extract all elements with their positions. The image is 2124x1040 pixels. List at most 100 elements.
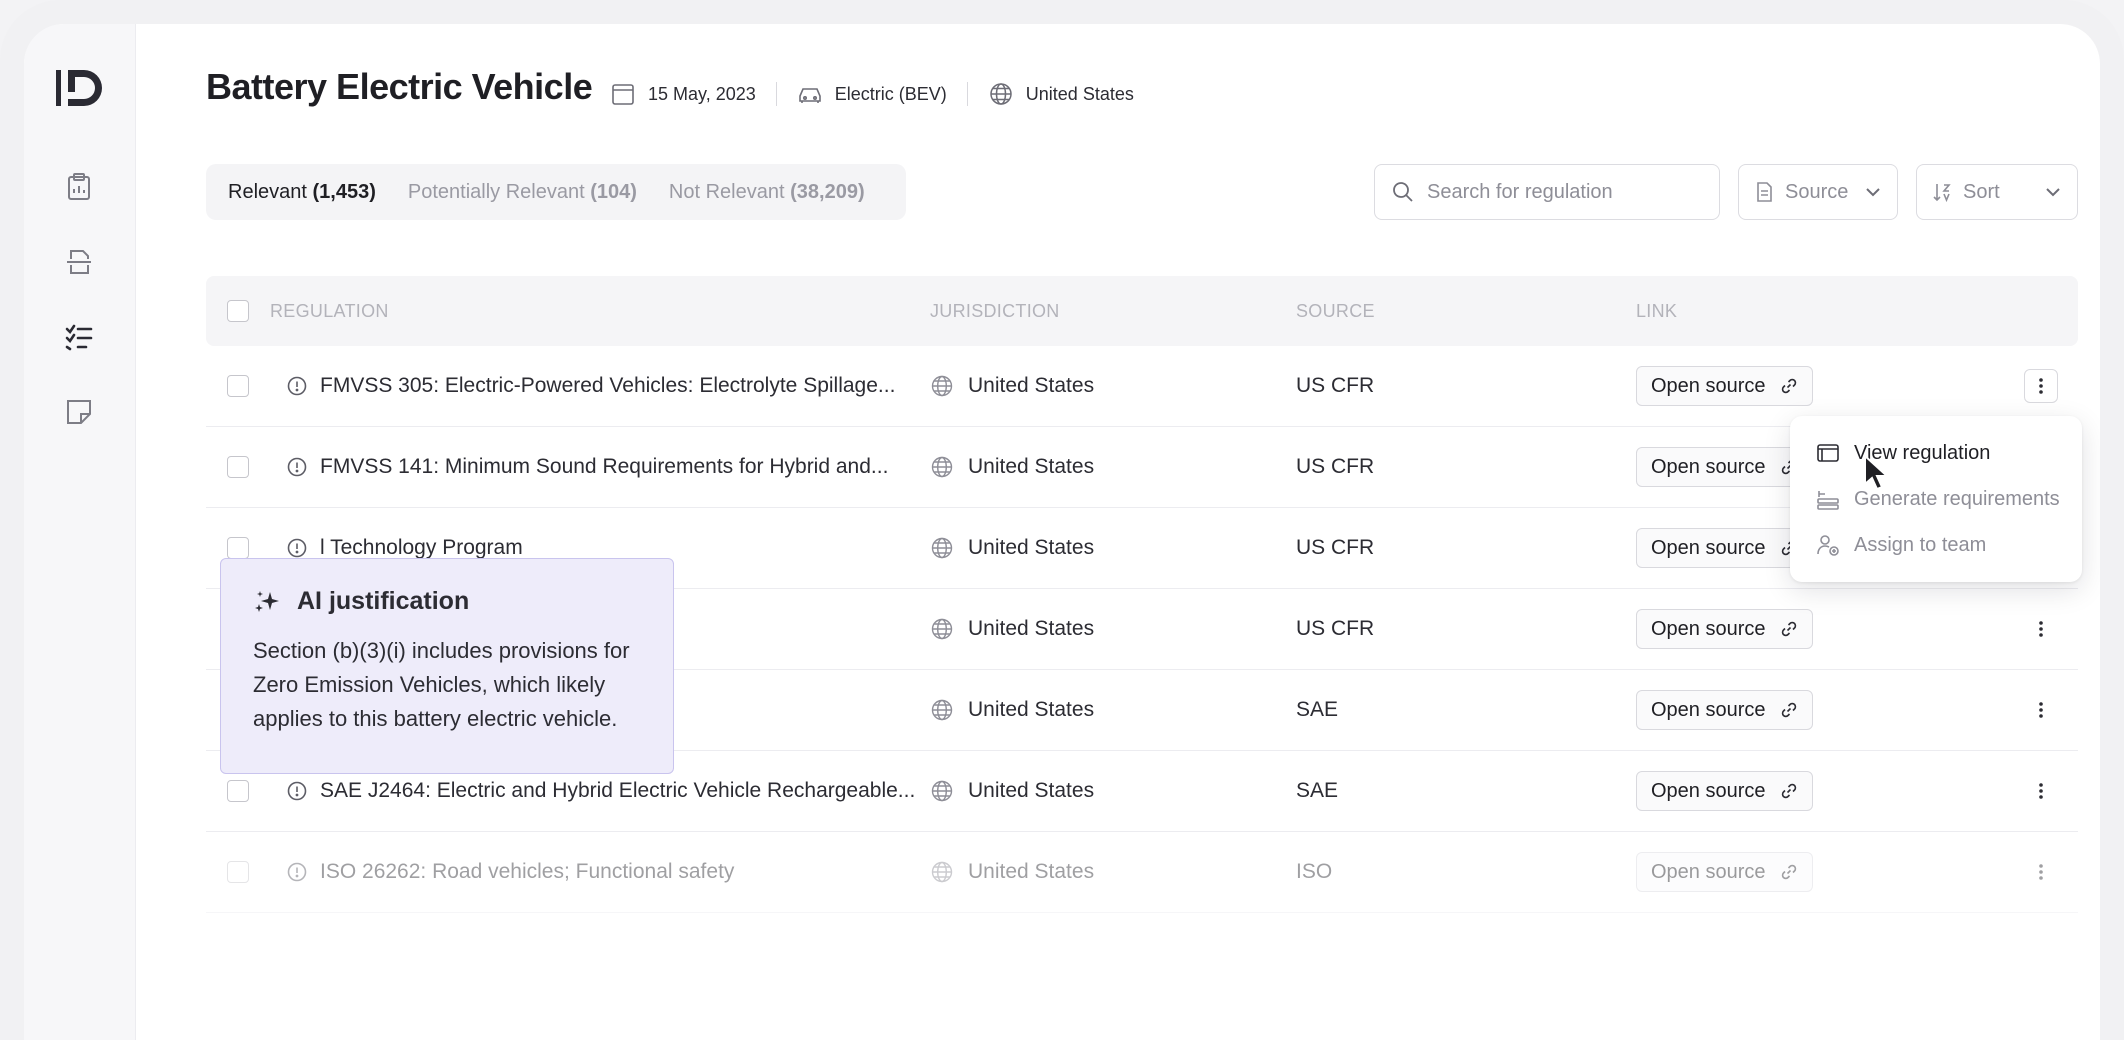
sparkles-icon bbox=[255, 590, 279, 612]
meta-vehicle: Electric (BEV) bbox=[797, 81, 947, 107]
meta-region-text: United States bbox=[1025, 83, 1134, 104]
tab-count: (104) bbox=[590, 180, 637, 203]
search-input[interactable] bbox=[1427, 180, 1697, 204]
info-icon[interactable] bbox=[286, 537, 308, 559]
link-icon bbox=[1781, 621, 1796, 637]
jurisdiction-name: United States bbox=[968, 698, 1095, 721]
more-cell bbox=[1966, 612, 2078, 646]
clipboard-icon[interactable] bbox=[62, 170, 96, 204]
info-icon[interactable] bbox=[286, 375, 308, 397]
meta-vehicle-text: Electric (BEV) bbox=[834, 83, 947, 104]
link-cell: Open source bbox=[1636, 852, 1966, 892]
row-checkbox[interactable] bbox=[227, 456, 249, 478]
column-regulation[interactable]: REGULATION bbox=[270, 301, 930, 322]
row-checkbox[interactable] bbox=[227, 861, 249, 883]
row-checkbox[interactable] bbox=[227, 780, 249, 802]
column-source[interactable]: SOURCE bbox=[1296, 301, 1636, 322]
tab-relevant[interactable]: Relevant (1,453) bbox=[212, 169, 392, 216]
open-source-button[interactable]: Open source bbox=[1636, 366, 1813, 406]
more-options-button[interactable] bbox=[2024, 612, 2058, 646]
ai-justification-text: Section (b)(3)(i) includes provisions fo… bbox=[253, 638, 630, 731]
table-row[interactable]: ISO 26262: Road vehicles; Functional saf… bbox=[206, 832, 2078, 913]
menu-generate-requirements[interactable]: Generate requirements bbox=[1790, 476, 2082, 522]
more-options-button[interactable] bbox=[2024, 369, 2058, 403]
meta-date-text: 15 May, 2023 bbox=[648, 83, 756, 104]
more-options-button[interactable] bbox=[2024, 774, 2058, 808]
menu-item-label: Assign to team bbox=[1854, 533, 1987, 556]
document-scan-icon[interactable] bbox=[62, 245, 96, 279]
main-content: Battery Electric Vehicle 15 May, 2023 El… bbox=[136, 24, 2100, 1040]
source-cell: ISO bbox=[1296, 860, 1333, 883]
open-source-label: Open source bbox=[1651, 374, 1766, 397]
more-cell bbox=[1966, 855, 2078, 889]
search-box bbox=[1374, 164, 1720, 220]
regulation-name: l Technology Program bbox=[320, 536, 523, 559]
jurisdiction-cell: United States bbox=[930, 860, 1296, 884]
relevance-tabs: Relevant (1,453) Potentially Relevant (1… bbox=[206, 164, 906, 220]
select-all-checkbox[interactable] bbox=[227, 300, 249, 322]
globe-icon bbox=[990, 83, 1012, 105]
list-generate-icon bbox=[1817, 491, 1839, 510]
source-dropdown[interactable]: Source bbox=[1738, 164, 1898, 220]
jurisdiction-name: United States bbox=[968, 374, 1095, 397]
row-check-cell bbox=[206, 456, 270, 478]
regulation-name: SAE J2464: Electric and Hybrid Electric … bbox=[320, 779, 916, 802]
info-icon[interactable] bbox=[286, 456, 308, 478]
tab-label: Relevant bbox=[228, 180, 307, 203]
menu-view-regulation[interactable]: View regulation bbox=[1790, 430, 2082, 476]
globe-icon bbox=[931, 537, 953, 559]
sticky-note-icon[interactable] bbox=[62, 395, 96, 429]
open-source-button[interactable]: Open source bbox=[1636, 690, 1813, 730]
tab-not-relevant[interactable]: Not Relevant (38,209) bbox=[653, 169, 881, 216]
more-cell bbox=[1966, 774, 2078, 808]
meta-date: 15 May, 2023 bbox=[610, 81, 756, 107]
open-source-label: Open source bbox=[1651, 860, 1766, 883]
open-source-button[interactable]: Open source bbox=[1636, 528, 1813, 568]
document-icon bbox=[1757, 182, 1772, 202]
row-checkbox[interactable] bbox=[227, 375, 249, 397]
meta-region: United States bbox=[988, 81, 1134, 107]
calendar-icon bbox=[612, 84, 634, 105]
row-checkbox[interactable] bbox=[227, 537, 249, 559]
info-icon[interactable] bbox=[286, 861, 308, 883]
menu-assign-to-team[interactable]: Assign to team bbox=[1790, 522, 2082, 568]
regulation-cell[interactable]: ISO 26262: Road vehicles; Functional saf… bbox=[270, 860, 930, 884]
sort-dropdown[interactable]: Sort bbox=[1916, 164, 2078, 220]
globe-icon bbox=[931, 699, 953, 721]
meta-bar: 15 May, 2023 Electric (BEV) United State… bbox=[610, 74, 1134, 114]
globe-icon bbox=[931, 618, 953, 640]
open-source-button[interactable]: Open source bbox=[1636, 771, 1813, 811]
link-cell: Open source bbox=[1636, 366, 1966, 406]
link-icon bbox=[1781, 702, 1796, 718]
column-link: LINK bbox=[1636, 300, 1678, 321]
more-options-button[interactable] bbox=[2024, 855, 2058, 889]
column-jurisdiction[interactable]: JURISDICTION bbox=[930, 301, 1296, 322]
source-dropdown-label: Source bbox=[1785, 180, 1849, 203]
tab-count: (38,209) bbox=[790, 180, 865, 203]
more-vertical-icon bbox=[2039, 702, 2043, 718]
regulation-cell[interactable]: FMVSS 305: Electric-Powered Vehicles: El… bbox=[270, 374, 930, 398]
tab-label: Not Relevant bbox=[668, 180, 785, 203]
more-options-button[interactable] bbox=[2024, 693, 2058, 727]
table-row[interactable]: FMVSS 305: Electric-Powered Vehicles: El… bbox=[206, 346, 2078, 427]
tab-potentially-relevant[interactable]: Potentially Relevant (104) bbox=[392, 169, 653, 216]
info-icon[interactable] bbox=[286, 780, 308, 802]
more-vertical-icon bbox=[2039, 621, 2043, 637]
open-source-button[interactable]: Open source bbox=[1636, 447, 1813, 487]
table-header: REGULATION JURISDICTION SOURCE LINK bbox=[206, 276, 2078, 346]
open-source-button[interactable]: Open source bbox=[1636, 852, 1813, 892]
sort-dropdown-label: Sort bbox=[1963, 180, 2000, 203]
search-icon bbox=[1393, 182, 1413, 202]
car-icon bbox=[798, 88, 821, 103]
jurisdiction-name: United States bbox=[968, 860, 1095, 883]
regulation-cell[interactable]: SAE J2464: Electric and Hybrid Electric … bbox=[270, 779, 930, 803]
mouse-cursor-icon bbox=[1864, 454, 1890, 491]
source-cell: SAE bbox=[1296, 779, 1339, 802]
open-source-button[interactable]: Open source bbox=[1636, 609, 1813, 649]
chevron-down-icon bbox=[2046, 188, 2060, 197]
meta-divider bbox=[775, 82, 777, 106]
app-logo[interactable] bbox=[54, 68, 106, 108]
regulation-cell[interactable]: l Technology Program bbox=[270, 536, 930, 560]
regulation-cell[interactable]: FMVSS 141: Minimum Sound Requirements fo… bbox=[270, 455, 930, 479]
checklist-icon[interactable] bbox=[62, 320, 96, 354]
